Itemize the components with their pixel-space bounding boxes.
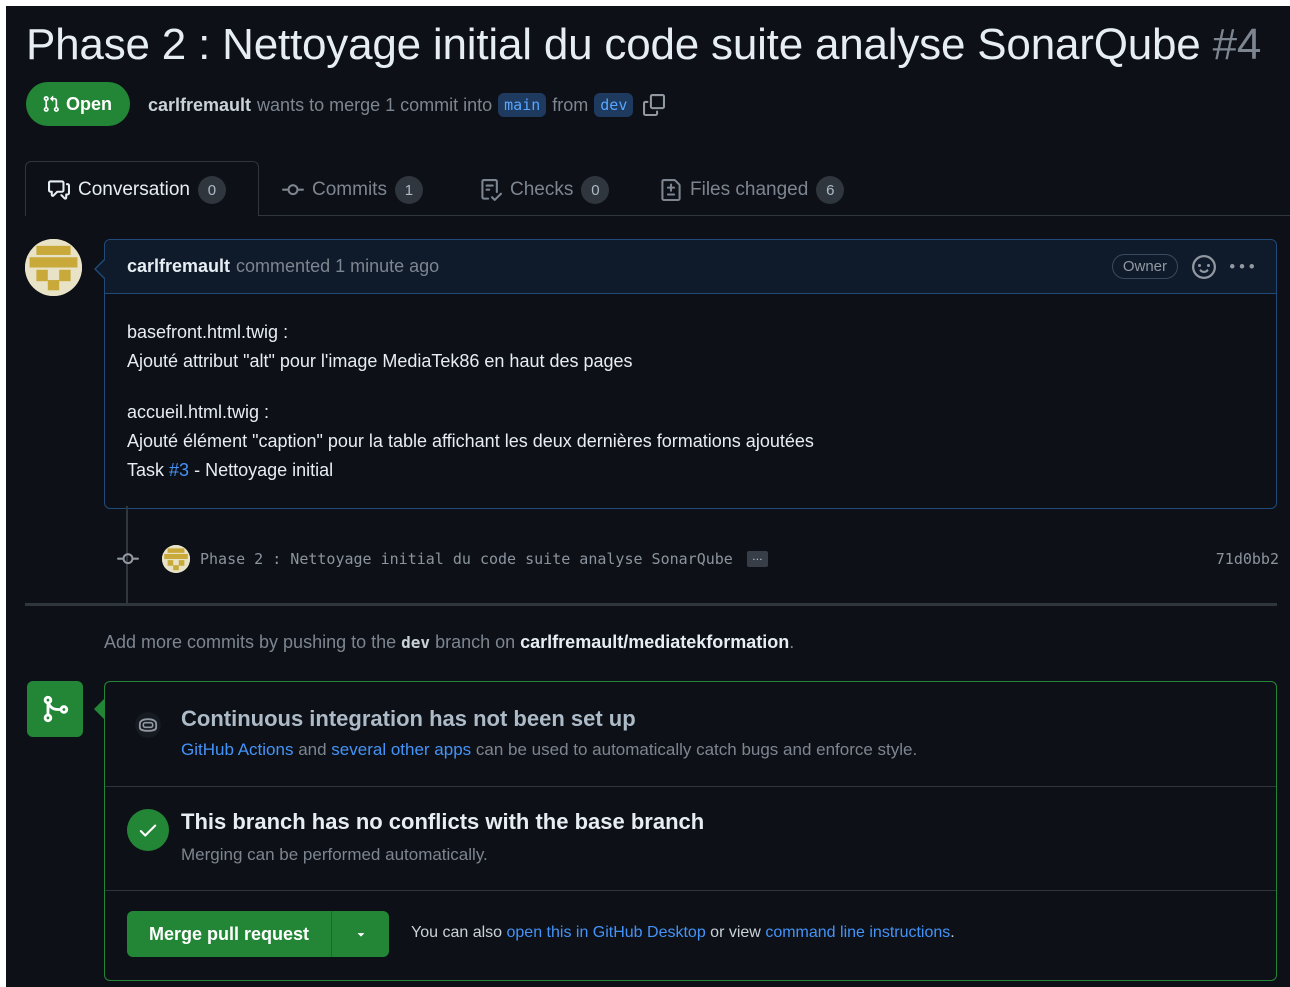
page-title: Phase 2 : Nettoyage initial du code suit… (26, 20, 1261, 70)
alternate-merge-hint: You can also open this in GitHub Desktop… (411, 924, 955, 942)
comment-discussion-icon (48, 179, 70, 201)
git-commit-icon (282, 179, 304, 201)
ci-section: Continuous integration has not been set … (105, 682, 1276, 787)
tab-label: Files changed (690, 179, 809, 200)
git-merge-icon (27, 681, 83, 737)
also-prefix: You can also (411, 924, 503, 941)
comment-author[interactable]: carlfremault (127, 256, 230, 277)
conflicts-section: This branch has no conflicts with the ba… (105, 787, 1276, 891)
task-suffix: - Nettoyage initial (194, 460, 334, 480)
ci-subtitle: GitHub Actions and several other apps ca… (181, 740, 917, 760)
pr-title: Phase 2 : Nettoyage initial du code suit… (26, 20, 1201, 69)
commit-author-avatar[interactable] (162, 545, 190, 573)
comment-body: basefront.html.twig : Ajouté attribut "a… (105, 294, 1276, 509)
avatar[interactable] (25, 239, 82, 296)
push-hint-repo: carlfremault/mediatekformation (520, 632, 790, 652)
status-label: Open (66, 93, 113, 114)
file-diff-icon (660, 179, 682, 201)
merge-button-group: Merge pull request (127, 911, 390, 957)
command-line-link[interactable]: command line instructions (765, 924, 950, 941)
commit-sha-link[interactable]: 71d0bb2 (1216, 550, 1279, 568)
task-line: Task #3 - Nettoyage initial (127, 456, 1254, 485)
also-suffix: . (950, 924, 955, 941)
merge-method-dropdown[interactable] (331, 911, 390, 957)
issue-link[interactable]: #3 (169, 460, 189, 480)
tab-conversation[interactable]: Conversation 0 (48, 173, 226, 207)
copy-icon[interactable] (643, 94, 666, 116)
check-icon (127, 809, 169, 851)
tab-counter: 0 (197, 176, 226, 204)
conflicts-title: This branch has no conflicts with the ba… (181, 809, 705, 834)
tab-checks[interactable]: Checks 0 (480, 173, 610, 207)
comment-action[interactable]: commented 1 minute ago (236, 256, 439, 277)
also-mid: or view (710, 924, 761, 941)
kebab-horizontal-icon[interactable] (1230, 255, 1254, 279)
open-desktop-link[interactable]: open this in GitHub Desktop (507, 924, 706, 941)
triangle-down-icon (357, 933, 364, 937)
tab-counter: 1 (394, 176, 423, 204)
git-commit-icon (116, 548, 140, 570)
github-actions-link[interactable]: GitHub Actions (181, 740, 293, 759)
merge-box: Continuous integration has not been set … (104, 681, 1277, 981)
pr-meta: carlfremault wants to merge 1 commit int… (148, 90, 666, 120)
tab-counter: 0 (581, 176, 610, 204)
comment-line: Ajouté attribut "alt" pour l'image Media… (127, 351, 633, 371)
push-hint-prefix: Add more commits by pushing to the (104, 632, 397, 652)
push-hint-middle: branch on (435, 632, 516, 652)
author-link[interactable]: carlfremault (148, 95, 251, 116)
conflicts-subtitle: Merging can be performed automatically. (181, 845, 488, 864)
ci-title: Continuous integration has not been set … (181, 706, 636, 731)
checklist-icon (480, 179, 502, 201)
comment-line: basefront.html.twig : (127, 322, 289, 342)
status-badge: Open (26, 82, 131, 126)
tab-label: Conversation (78, 179, 190, 200)
base-branch[interactable]: main (498, 93, 547, 117)
commit-message-link[interactable]: Phase 2 : Nettoyage initial du code suit… (200, 550, 733, 568)
copilot-icon (127, 704, 169, 746)
comment-pointer-inner (96, 260, 105, 278)
owner-badge: Owner (1111, 254, 1178, 279)
merge-text: wants to merge 1 commit into (257, 94, 493, 115)
task-prefix: Task (127, 460, 165, 480)
merge-box-pointer (94, 699, 104, 719)
tab-counter: 6 (816, 176, 845, 204)
commit-row: Phase 2 : Nettoyage initial du code suit… (116, 543, 1279, 575)
ci-and: and (298, 740, 327, 759)
merge-action-section: Merge pull request You can also open thi… (105, 891, 1276, 981)
timeline-divider (25, 603, 1277, 606)
head-branch[interactable]: dev (594, 93, 634, 117)
from-text: from (552, 94, 589, 115)
push-hint-suffix: . (789, 632, 795, 652)
tab-commits[interactable]: Commits 1 (282, 173, 423, 207)
tab-label: Commits (312, 179, 387, 200)
other-apps-link[interactable]: several other apps (331, 740, 471, 759)
comment-line: accueil.html.twig : (127, 402, 270, 422)
expand-commit-button[interactable]: … (746, 551, 768, 567)
comment-box: carlfremault commented 1 minute ago Owne… (104, 239, 1277, 509)
git-pull-request-icon (42, 95, 60, 113)
tabs-divider (258, 215, 1290, 216)
ci-rest: can be used to automatically catch bugs … (475, 740, 918, 759)
pull-request-page: Phase 2 : Nettoyage initial du code suit… (6, 6, 1290, 987)
tab-label: Checks (510, 179, 574, 200)
smiley-icon[interactable] (1192, 254, 1216, 279)
comment-header: carlfremault commented 1 minute ago Owne… (105, 240, 1276, 294)
push-hint: Add more commits by pushing to the dev b… (104, 632, 794, 653)
merge-pull-request-button[interactable]: Merge pull request (127, 911, 332, 957)
comment-line: Ajouté élément "caption" pour la table a… (127, 431, 814, 451)
push-hint-branch: dev (401, 633, 431, 652)
pr-number: #4 (1212, 20, 1262, 69)
tab-files-changed[interactable]: Files changed 6 (660, 173, 845, 207)
